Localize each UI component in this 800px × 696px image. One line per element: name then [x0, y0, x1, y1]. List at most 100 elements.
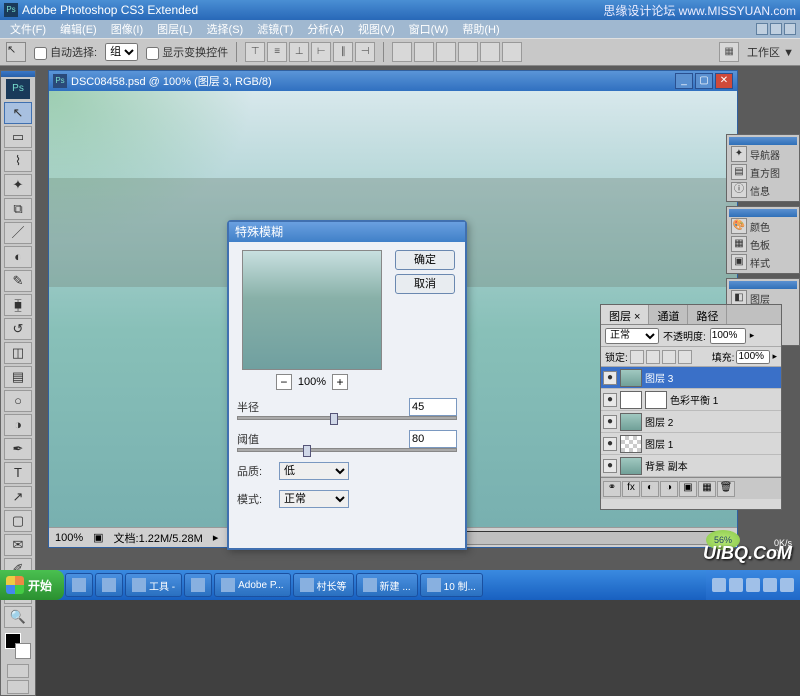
panel-grip[interactable] [729, 281, 797, 289]
layer-thumbnail[interactable] [620, 369, 642, 387]
fill-input[interactable] [736, 350, 770, 364]
layer-mask-icon[interactable]: ◐ [641, 481, 659, 497]
toolbox-grip[interactable] [1, 71, 35, 77]
layer-thumbnail[interactable] [620, 413, 642, 431]
distribute-5-icon[interactable] [480, 42, 500, 62]
shape-tool[interactable]: ▢ [4, 510, 32, 532]
menu-file[interactable]: 文件(F) [4, 21, 52, 37]
zoom-out-button[interactable]: − [276, 374, 292, 390]
doc-size-icon[interactable]: ▣ [93, 531, 103, 544]
align-bottom-icon[interactable]: ⊥ [289, 42, 309, 62]
histogram-icon[interactable]: ▤ [731, 164, 747, 180]
quickmask-toggle[interactable] [7, 664, 29, 678]
color-icon[interactable]: 🎨 [731, 218, 747, 234]
stamp-tool[interactable]: ⧯ [4, 294, 32, 316]
tray-icon[interactable] [729, 578, 743, 592]
taskbar-item[interactable]: 村长等 [293, 573, 354, 597]
mask-thumbnail[interactable] [645, 391, 667, 409]
quality-select[interactable]: 低 [279, 462, 349, 480]
taskbar-item[interactable]: 工具 - [125, 573, 182, 597]
group-icon[interactable]: ▣ [679, 481, 697, 497]
swatches-icon[interactable]: ▦ [731, 236, 747, 252]
layer-row[interactable]: ● 色彩平衡 1 [601, 389, 781, 411]
panel-grip[interactable] [729, 137, 797, 145]
layer-name[interactable]: 背景 副本 [645, 458, 688, 473]
layer-name[interactable]: 图层 2 [645, 414, 673, 429]
panel-histogram[interactable]: 直方图 [750, 165, 780, 180]
workspace-dropdown[interactable]: 工作区 ▼ [747, 44, 794, 60]
tab-channels[interactable]: 通道 [649, 305, 688, 324]
taskbar-item[interactable] [184, 573, 212, 597]
start-button[interactable]: 开始 [0, 570, 64, 600]
menu-filter[interactable]: 滤镜(T) [251, 21, 299, 37]
info-icon[interactable]: ⓘ [731, 182, 747, 198]
color-swatches[interactable] [5, 633, 31, 659]
tab-paths[interactable]: 路径 [688, 305, 727, 324]
distribute-6-icon[interactable] [502, 42, 522, 62]
layer-name[interactable]: 色彩平衡 1 [670, 392, 718, 407]
fill-chevron-icon[interactable]: ▸ [772, 351, 777, 362]
type-tool[interactable]: T [4, 462, 32, 484]
slice-tool[interactable]: ／ [4, 222, 32, 244]
gradient-tool[interactable]: ▤ [4, 366, 32, 388]
opacity-chevron-icon[interactable]: ▸ [750, 330, 755, 341]
menu-layer[interactable]: 图层(L) [151, 21, 198, 37]
menu-help[interactable]: 帮助(H) [456, 21, 505, 37]
system-tray[interactable] [706, 570, 800, 600]
tray-icon[interactable] [780, 578, 794, 592]
link-layers-icon[interactable]: ⚭ [603, 481, 621, 497]
heal-tool[interactable]: ◐ [4, 246, 32, 268]
menu-edit[interactable]: 编辑(E) [54, 21, 103, 37]
pen-tool[interactable]: ✒ [4, 438, 32, 460]
tray-icon[interactable] [712, 578, 726, 592]
opacity-input[interactable] [710, 328, 746, 344]
layer-row[interactable]: ● 背景 副本 [601, 455, 781, 477]
menu-analysis[interactable]: 分析(A) [301, 21, 350, 37]
restore-button[interactable] [770, 23, 782, 35]
align-top-icon[interactable]: ⊤ [245, 42, 265, 62]
doc-close-button[interactable]: ✕ [715, 73, 733, 89]
visibility-icon[interactable]: ● [603, 415, 617, 429]
preview-thumbnail[interactable] [242, 250, 382, 370]
close-button[interactable] [784, 23, 796, 35]
layer-thumbnail[interactable] [620, 457, 642, 475]
document-titlebar[interactable]: Ps DSC08458.psd @ 100% (图层 3, RGB/8) _ ▢… [49, 71, 737, 91]
history-brush-tool[interactable]: ↺ [4, 318, 32, 340]
layer-row[interactable]: ● 图层 1 [601, 433, 781, 455]
adjustment-layer-icon[interactable]: ◑ [660, 481, 678, 497]
distribute-3-icon[interactable] [436, 42, 456, 62]
layer-thumbnail[interactable] [620, 435, 642, 453]
zoom-tool[interactable]: 🔍 [4, 606, 32, 628]
lasso-tool[interactable]: ⌇ [4, 150, 32, 172]
menu-window[interactable]: 窗口(W) [403, 21, 455, 37]
wand-tool[interactable]: ✦ [4, 174, 32, 196]
path-tool[interactable]: ↗ [4, 486, 32, 508]
zoom-in-button[interactable]: + [332, 374, 348, 390]
visibility-icon[interactable]: ● [603, 371, 617, 385]
move-tool-preset[interactable]: ↖ [6, 42, 26, 62]
menu-view[interactable]: 视图(V) [352, 21, 401, 37]
lock-image-icon[interactable] [646, 350, 660, 364]
adjustment-thumbnail[interactable] [620, 391, 642, 409]
crop-tool[interactable]: ⧉ [4, 198, 32, 220]
lock-position-icon[interactable] [662, 350, 676, 364]
dodge-tool[interactable]: ◑ [4, 414, 32, 436]
align-left-icon[interactable]: ⊢ [311, 42, 331, 62]
layer-name[interactable]: 图层 3 [645, 370, 673, 385]
radius-input[interactable] [409, 398, 457, 416]
taskbar-item[interactable]: 新建 ... [356, 573, 418, 597]
threshold-input[interactable] [409, 430, 457, 448]
auto-select-type[interactable]: 组 [105, 43, 138, 61]
mode-select[interactable]: 正常 [279, 490, 349, 508]
tab-layers[interactable]: 图层 × [601, 305, 649, 324]
zoom-level[interactable]: 100% [55, 532, 83, 544]
panel-info[interactable]: 信息 [750, 183, 770, 198]
panel-grip[interactable] [729, 209, 797, 217]
menu-select[interactable]: 选择(S) [201, 21, 250, 37]
menu-image[interactable]: 图像(I) [105, 21, 149, 37]
brush-tool[interactable]: ✎ [4, 270, 32, 292]
visibility-icon[interactable]: ● [603, 437, 617, 451]
taskbar-item[interactable] [95, 573, 123, 597]
layer-row[interactable]: ● 图层 2 [601, 411, 781, 433]
tray-icon[interactable] [763, 578, 777, 592]
